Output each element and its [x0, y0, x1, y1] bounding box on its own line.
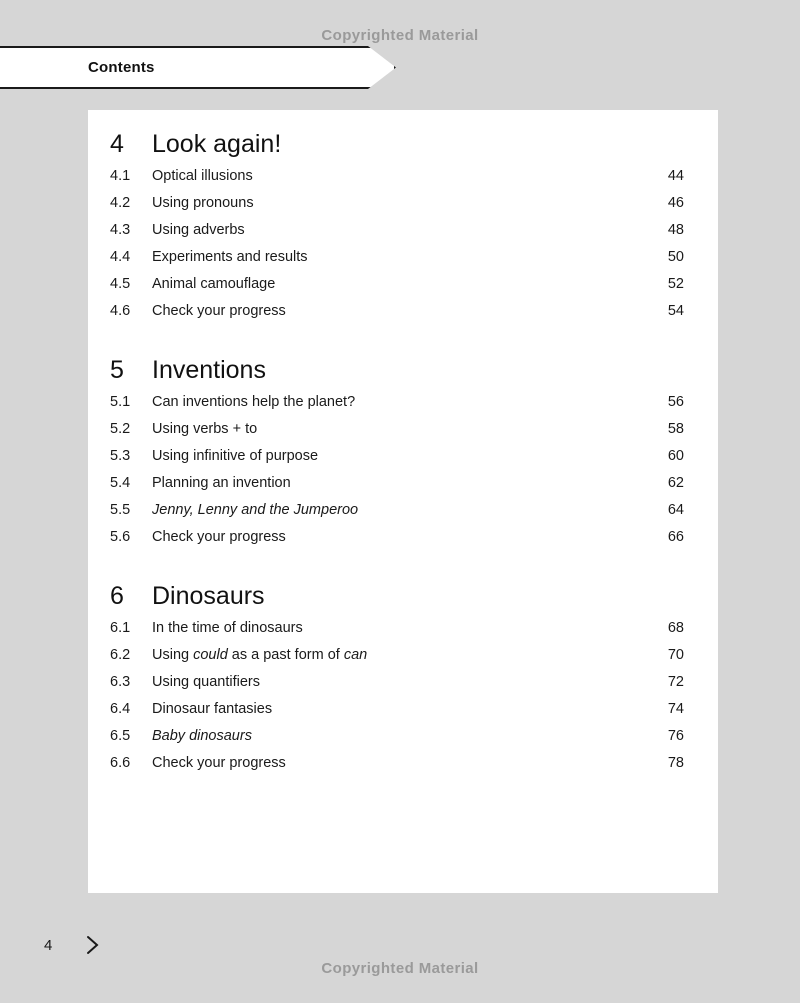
toc-entry-page-number: 66	[667, 529, 684, 545]
toc-entry-title: Using verbs + to	[152, 421, 258, 437]
copyright-watermark-bottom: Copyrighted Material	[321, 960, 479, 977]
toc-entry-page-number: 62	[667, 475, 684, 491]
toc-entry-title: Using could as a past form of can	[152, 647, 368, 663]
toc-entry-row[interactable]: 5.5 Jenny, Lenny and the Jumperoo 64	[110, 502, 684, 529]
toc-section-title: Dinosaurs	[152, 582, 265, 610]
toc-entry-number: 5.6	[110, 529, 131, 545]
toc-entry-page-number: 74	[667, 701, 684, 717]
toc-entry-number: 4.6	[110, 303, 131, 319]
toc-entry-row[interactable]: 6.5 Baby dinosaurs 76	[110, 728, 684, 755]
toc-section: 6 Dinosaurs 6.1 In the time of dinosaurs 68 6…	[110, 582, 684, 782]
toc-entry-number: 4.2	[110, 195, 131, 211]
toc-entry-page-number: 52	[667, 276, 684, 292]
toc-entry-row[interactable]: 4.3 Using adverbs 48	[110, 222, 684, 249]
toc-entry-page-number: 64	[667, 502, 684, 518]
toc-entry-number: 6.1	[110, 620, 131, 636]
toc-entry-row[interactable]: 5.4 Planning an invention 62	[110, 475, 684, 502]
toc-entry-number: 5.1	[110, 394, 131, 410]
toc-entry-row[interactable]: 5.2 Using verbs + to 58	[110, 421, 684, 448]
toc-entry-number: 5.5	[110, 502, 131, 518]
chevron-right-icon[interactable]	[84, 933, 102, 957]
toc-entry-page-number: 58	[667, 421, 684, 437]
toc-entry-page-number: 46	[667, 195, 684, 211]
toc-entry-title: Using adverbs	[152, 222, 245, 238]
toc-section-heading: 5 Inventions	[110, 356, 684, 390]
page-sheet: 4 Look again! 4.1 Optical illusions 44 4.2 Usi…	[88, 110, 718, 893]
toc-entry-row[interactable]: 4.1 Optical illusions 44	[110, 168, 684, 195]
toc-section-number: 4	[110, 130, 124, 158]
toc-entry-row[interactable]: 5.3 Using infinitive of purpose 60	[110, 448, 684, 475]
toc-entry-title: Experiments and results	[152, 249, 308, 265]
toc-entry-row[interactable]: 6.2 Using could as a past form of can 70	[110, 647, 684, 674]
toc-entry-title: Check your progress	[152, 755, 286, 771]
toc-entry-number: 4.1	[110, 168, 131, 184]
toc-entry-page-number: 50	[667, 249, 684, 265]
toc-entry-title: In the time of dinosaurs	[152, 620, 303, 636]
toc-entry-row[interactable]: 6.6 Check your progress 78	[110, 755, 684, 782]
toc-entry-title: Optical illusions	[152, 168, 253, 184]
toc-entry-row[interactable]: 4.2 Using pronouns 46	[110, 195, 684, 222]
toc-entry-page-number: 54	[667, 303, 684, 319]
toc-entry-page-number: 68	[667, 620, 684, 636]
toc-entry-number: 6.4	[110, 701, 131, 717]
toc-entry-page-number: 60	[667, 448, 684, 464]
toc-entry-title: Animal camouflage	[152, 276, 276, 292]
toc-entry-number: 5.3	[110, 448, 131, 464]
toc-section-title: Inventions	[152, 356, 266, 384]
toc-section-number: 6	[110, 582, 124, 610]
toc-entry-row[interactable]: 4.4 Experiments and results 50	[110, 249, 684, 276]
toc-section-heading: 4 Look again!	[110, 130, 684, 164]
toc-entry-number: 6.3	[110, 674, 131, 690]
toc-entry-row[interactable]: 6.4 Dinosaur fantasies 74	[110, 701, 684, 728]
toc-entry-row[interactable]: 5.1 Can inventions help the planet? 56	[110, 394, 684, 421]
toc-entry-number: 4.4	[110, 249, 131, 265]
toc-entry-number: 5.4	[110, 475, 131, 491]
toc-entry-page-number: 78	[667, 755, 684, 771]
toc-section: 5 Inventions 5.1 Can inventions help the pl…	[110, 356, 684, 556]
toc-section: 4 Look again! 4.1 Optical illusions 44 4.2 Usi…	[110, 130, 684, 330]
toc-entry-row[interactable]: 4.5 Animal camouflage 52	[110, 276, 684, 303]
toc-entry-row[interactable]: 4.6 Check your progress 54	[110, 303, 684, 330]
footer-page-number: 4	[44, 936, 53, 954]
toc-entry-title: Baby dinosaurs	[152, 728, 252, 744]
toc-entry-page-number: 44	[667, 168, 684, 184]
toc-entry-title: Can inventions help the planet?	[152, 394, 356, 410]
toc-entry-number: 4.3	[110, 222, 131, 238]
toc-entry-title: Check your progress	[152, 303, 286, 319]
toc-entry-number: 6.5	[110, 728, 131, 744]
toc-entry-row[interactable]: 5.6 Check your progress 66	[110, 529, 684, 556]
contents-tab-label: Contents	[88, 59, 155, 76]
toc-entry-title: Check your progress	[152, 529, 286, 545]
toc-entry-title: Using pronouns	[152, 195, 254, 211]
toc-section-heading: 6 Dinosaurs	[110, 582, 684, 616]
toc-entry-number: 6.6	[110, 755, 131, 771]
toc-entry-page-number: 48	[667, 222, 684, 238]
toc-entry-page-number: 70	[667, 647, 684, 663]
toc-entry-page-number: 76	[667, 728, 684, 744]
toc-section-title: Look again!	[152, 130, 282, 158]
copyright-watermark-top: Copyrighted Material	[321, 27, 479, 44]
toc-entry-title: Using quantifiers	[152, 674, 260, 690]
toc-entry-row[interactable]: 6.3 Using quantifiers 72	[110, 674, 684, 701]
toc-entry-title: Dinosaur fantasies	[152, 701, 273, 717]
contents-tab[interactable]: Contents	[0, 46, 396, 89]
toc-entry-page-number: 56	[667, 394, 684, 410]
toc-entry-title: Jenny, Lenny and the Jumperoo	[152, 502, 359, 518]
toc-entry-number: 6.2	[110, 647, 131, 663]
toc-entry-title: Planning an invention	[152, 475, 291, 491]
toc-entry-title: Using infinitive of purpose	[152, 448, 319, 464]
toc-entry-page-number: 72	[667, 674, 684, 690]
table-of-contents: 4 Look again! 4.1 Optical illusions 44 4.2 Usi…	[110, 130, 684, 782]
toc-entry-row[interactable]: 6.1 In the time of dinosaurs 68	[110, 620, 684, 647]
toc-entry-number: 4.5	[110, 276, 131, 292]
toc-section-number: 5	[110, 356, 124, 384]
page-footer: 4	[44, 930, 102, 960]
toc-entry-number: 5.2	[110, 421, 131, 437]
